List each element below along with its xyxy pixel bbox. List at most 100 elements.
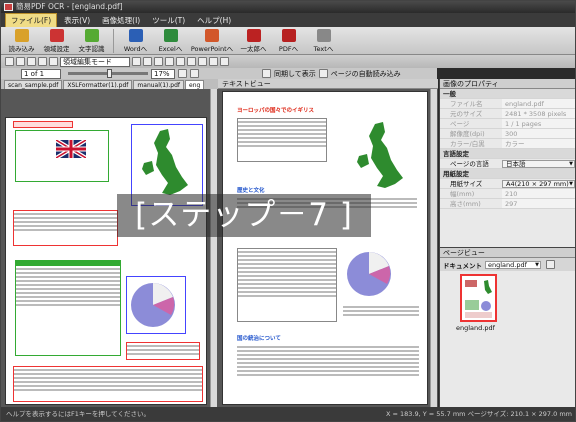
region-button[interactable]: 領域設定	[39, 27, 74, 54]
zoom-in-icon[interactable]	[38, 57, 47, 66]
open-icon	[14, 29, 29, 42]
app-icon	[4, 3, 13, 11]
prop-row: ページ 1 / 1 pages	[440, 119, 575, 129]
prop-row-language: ページの言語 日本語	[440, 159, 575, 169]
menu-image[interactable]: 画像処理(I)	[97, 14, 145, 27]
rotate-icon[interactable]	[132, 57, 141, 66]
menu-help[interactable]: ヘルプ(H)	[192, 14, 236, 27]
pie-chart-image	[131, 283, 175, 327]
pdf-icon	[281, 29, 296, 42]
text-view-header: テキストビュー	[218, 79, 438, 89]
text-view-heading: ヨーロッパの国々でのイギリス	[237, 108, 315, 114]
status-coordinates: X = 183.9, Y = 55.7 mm ページサイズ: 210.1 × 2…	[385, 410, 572, 418]
zoom-field[interactable]: 17%	[151, 68, 175, 79]
to-text-button[interactable]: Textへ	[306, 27, 341, 54]
tab-xslformatter[interactable]: XSLFormatter(1).pdf	[63, 80, 133, 89]
properties-header: 画像のプロパティ	[440, 79, 575, 89]
document-tabs: scan_sample.pdf XSLFormatter(1).pdf manu…	[1, 79, 218, 89]
grid-icon[interactable]	[165, 57, 174, 66]
language-select[interactable]: 日本語	[502, 160, 575, 168]
window-title: 簡易PDF OCR - [england.pdf]	[16, 2, 123, 11]
menu-tools[interactable]: ツール(T)	[147, 14, 190, 27]
text-icon	[316, 29, 331, 42]
page-view-doc-bar: ドキュメント england.pdf	[440, 258, 575, 271]
mode-select[interactable]: 領域編集モード	[60, 56, 130, 67]
tab-scan-sample[interactable]: scan_sample.pdf	[4, 80, 63, 89]
text-view-scrollbar[interactable]	[430, 89, 437, 407]
text-view-pie	[343, 246, 403, 304]
draw-region-icon[interactable]	[16, 57, 25, 66]
prop-row: 元のサイズ 2481 * 3508 pixels	[440, 109, 575, 119]
image-view-scrollbar[interactable]	[210, 89, 217, 407]
text-view-map	[349, 120, 415, 196]
region-box[interactable]	[13, 121, 73, 128]
select-tool-icon[interactable]	[5, 57, 14, 66]
to-excel-button[interactable]: Excelへ	[153, 27, 188, 54]
auto-load-checkbox[interactable]	[318, 69, 328, 78]
paper-size-select[interactable]: A4(210 × 297 mm)	[502, 180, 575, 188]
fit-page-icon[interactable]	[178, 69, 187, 78]
region-box-city-table[interactable]	[15, 260, 121, 356]
prop-row-paper-size: 用紙サイズ A4(210 × 297 mm)	[440, 179, 575, 189]
zoom-out-icon[interactable]	[49, 57, 58, 66]
prop-row: 解像度(dpi) 300	[440, 129, 575, 139]
prop-row: 幅(mm) 210	[440, 189, 575, 199]
scanned-page	[5, 117, 207, 405]
open-button[interactable]: 読み込み	[4, 27, 39, 54]
section-language[interactable]: 言語設定	[440, 149, 575, 159]
text-region-icon[interactable]	[198, 57, 207, 66]
region-box-pie[interactable]	[126, 276, 186, 334]
prop-row: 高さ(mm) 297	[440, 199, 575, 209]
text-view-city-table	[237, 248, 337, 322]
zoom-slider-knob[interactable]	[107, 69, 112, 78]
thumbnail-image	[465, 280, 492, 318]
text-view-caption	[343, 304, 419, 318]
section-paper[interactable]: 用紙設定	[440, 169, 575, 179]
menu-file[interactable]: ファイル(F)	[5, 12, 58, 28]
step-overlay: [ステップ－7 ]	[117, 194, 371, 237]
undo-icon[interactable]	[209, 57, 218, 66]
redo-icon[interactable]	[220, 57, 229, 66]
table-icon[interactable]	[176, 57, 185, 66]
union-jack-flag	[54, 138, 88, 160]
region-box-table[interactable]	[15, 130, 109, 182]
prop-row: ファイル名 england.pdf	[440, 99, 575, 109]
to-word-button[interactable]: Wordへ	[118, 27, 153, 54]
ocr-button[interactable]: 文字認識	[74, 27, 109, 54]
fit-width-icon[interactable]	[190, 69, 199, 78]
to-pdf-button[interactable]: PDFへ	[271, 27, 306, 54]
region-box-caption[interactable]	[126, 342, 200, 360]
to-ichitaro-button[interactable]: 一太郎へ	[236, 27, 271, 54]
thumbnail-caption: england.pdf	[456, 324, 495, 332]
doc-label: ドキュメント	[443, 261, 482, 270]
status-bar: ヘルプを表示するにはF1キーを押してください。 X = 183.9, Y = 5…	[1, 407, 575, 421]
text-view-pane: テキストビュー ヨーロッパの国々でのイギリス 歴史と文化 国の統治について	[218, 79, 438, 407]
color-icon[interactable]	[154, 57, 163, 66]
section-general[interactable]: 一般	[440, 89, 575, 99]
page-thumbnail[interactable]	[460, 274, 497, 322]
image-icon[interactable]	[187, 57, 196, 66]
page-view-panel: ページビュー ドキュメント england.pdf england.pdf	[439, 247, 575, 407]
auto-load-label: ページの自動読み込み	[330, 69, 401, 78]
region-box-paragraph[interactable]	[13, 366, 203, 402]
region-box-text[interactable]	[13, 210, 118, 246]
sync-checkbox[interactable]	[262, 69, 271, 78]
text-view-paragraph-2	[237, 344, 419, 378]
page-field[interactable]: 1 of 1	[21, 68, 61, 79]
ichitaro-icon	[246, 29, 261, 42]
text-view-page: ヨーロッパの国々でのイギリス 歴史と文化 国の統治について	[222, 91, 428, 405]
text-view-table	[237, 118, 327, 162]
tab-manual[interactable]: manual(1).pdf	[133, 80, 185, 89]
to-powerpoint-button[interactable]: PowerPointへ	[188, 27, 236, 54]
fit-icon[interactable]	[143, 57, 152, 66]
zoom-slider[interactable]	[68, 69, 148, 78]
word-icon	[128, 29, 143, 42]
title-bar: 簡易PDF OCR - [england.pdf]	[1, 1, 575, 13]
navigation-toolbar: 1 of 1 17% 同期して表示 ページの自動読み込み	[1, 68, 437, 79]
delete-region-icon[interactable]	[27, 57, 36, 66]
doc-select[interactable]: england.pdf	[485, 261, 541, 269]
menu-view[interactable]: 表示(V)	[59, 14, 95, 27]
tab-england[interactable]: eng	[185, 80, 205, 89]
ribbon-separator	[113, 29, 114, 53]
page-view-option-icon[interactable]	[546, 260, 555, 269]
